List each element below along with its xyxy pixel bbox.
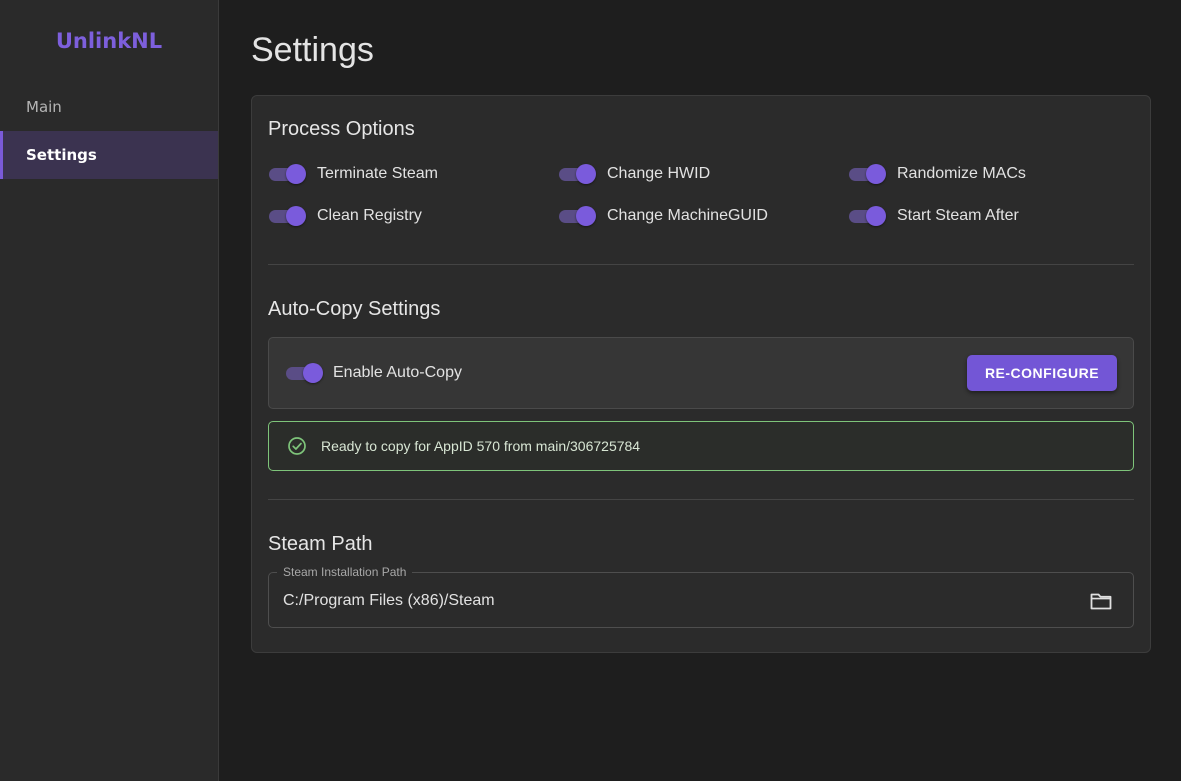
toggle-switch[interactable]: [849, 205, 887, 227]
toggle-switch[interactable]: [269, 163, 307, 185]
option-change-machineguid[interactable]: Change MachineGUID: [559, 205, 849, 227]
option-label: Clean Registry: [317, 207, 422, 224]
auto-copy-panel: Enable Auto-Copy RE-CONFIGURE: [268, 337, 1134, 409]
toggle-switch[interactable]: [559, 163, 597, 185]
option-change-hwid[interactable]: Change HWID: [559, 163, 849, 185]
toggle-switch[interactable]: [849, 163, 887, 185]
settings-card: Process Options Terminate Steam Change H…: [251, 95, 1151, 653]
status-message: Ready to copy for AppID 570 from main/30…: [321, 438, 641, 454]
option-label: Terminate Steam: [317, 165, 438, 182]
main-content: Settings Process Options Terminate Steam…: [219, 0, 1181, 781]
folder-icon[interactable]: [1089, 590, 1113, 612]
option-label: Change HWID: [607, 165, 711, 182]
option-label: Randomize MACs: [897, 165, 1026, 182]
steam-path-input[interactable]: [283, 592, 1063, 610]
steam-path-field: Steam Installation Path: [268, 565, 1134, 628]
toggle-switch[interactable]: [559, 205, 597, 227]
option-enable-auto-copy[interactable]: Enable Auto-Copy: [286, 362, 462, 384]
toggle-switch[interactable]: [269, 205, 307, 227]
toggle-switch[interactable]: [286, 362, 324, 384]
page-title: Settings: [251, 31, 374, 69]
status-alert: Ready to copy for AppID 570 from main/30…: [268, 421, 1134, 471]
process-options-grid: Terminate Steam Change HWID Randomize MA…: [269, 163, 1139, 227]
option-label: Change MachineGUID: [607, 207, 768, 224]
auto-copy-title: Auto-Copy Settings: [268, 298, 441, 320]
app-window: UnlinkNL Main Settings Settings Process …: [0, 0, 1181, 781]
sidebar-item-settings[interactable]: Settings: [0, 131, 218, 179]
app-brand: UnlinkNL: [55, 28, 163, 53]
option-terminate-steam[interactable]: Terminate Steam: [269, 163, 559, 185]
section-divider: [268, 499, 1134, 500]
option-label: Start Steam After: [897, 207, 1019, 224]
option-start-steam-after[interactable]: Start Steam After: [849, 205, 1139, 227]
steam-path-title: Steam Path: [268, 533, 373, 555]
option-label: Enable Auto-Copy: [333, 364, 462, 381]
sidebar: UnlinkNL Main Settings: [0, 0, 219, 781]
option-randomize-macs[interactable]: Randomize MACs: [849, 163, 1139, 185]
check-circle-icon: [288, 437, 306, 455]
steam-path-field-label: Steam Installation Path: [277, 565, 413, 579]
sidebar-item-main[interactable]: Main: [0, 83, 218, 131]
reconfigure-button[interactable]: RE-CONFIGURE: [967, 355, 1117, 391]
section-divider: [268, 264, 1134, 265]
process-options-title: Process Options: [268, 118, 415, 140]
option-clean-registry[interactable]: Clean Registry: [269, 205, 559, 227]
